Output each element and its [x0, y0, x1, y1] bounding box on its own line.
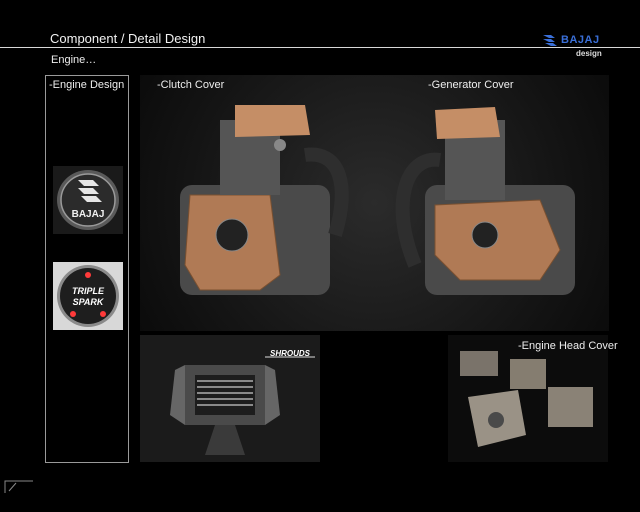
- engine-head-cover-label: -Engine Head Cover: [518, 340, 618, 352]
- brand-subtitle: design: [576, 49, 602, 58]
- engine-head-render-panel: [448, 335, 608, 462]
- bajaj-badge-image: BAJAJ: [53, 166, 123, 234]
- generator-cover-label: -Generator Cover: [428, 79, 514, 91]
- bajaj-badge-text: BAJAJ: [72, 209, 105, 220]
- clutch-cover-label: -Clutch Cover: [157, 79, 225, 91]
- shrouds-label: SHROUDS: [270, 349, 311, 358]
- bajaj-logo-icon: [543, 35, 557, 46]
- section-subtitle: Engine…: [51, 54, 97, 66]
- triple-badge-line1: TRIPLE: [72, 286, 105, 296]
- generator-engine-render: [395, 107, 575, 295]
- brand-logo: BAJAJ design: [542, 34, 612, 60]
- triple-spark-badge-image: TRIPLE SPARK: [53, 262, 123, 330]
- engine-render-panel: [140, 75, 609, 331]
- corner-mark-icon: [4, 478, 34, 494]
- triple-badge-line2: SPARK: [73, 297, 105, 307]
- engine-design-label: -Engine Design: [49, 79, 125, 91]
- page-title: Component / Detail Design: [50, 31, 206, 46]
- brand-name: BAJAJ: [561, 34, 600, 46]
- clutch-engine-render: [180, 105, 349, 295]
